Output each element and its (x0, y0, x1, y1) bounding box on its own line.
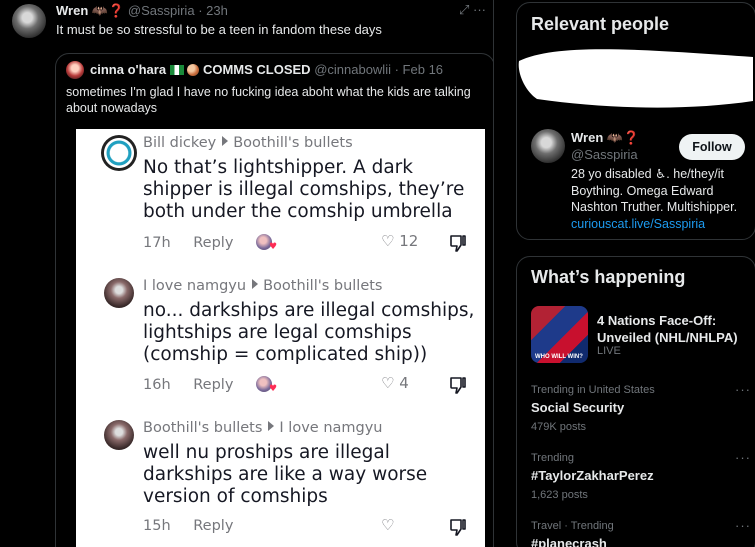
trend-item[interactable]: Trending in United States Social Securit… (531, 382, 751, 433)
reply-arrow-icon (222, 136, 229, 146)
post-header: Wren 🦇❓ @Sasspiria · 23h (56, 3, 228, 19)
person-name[interactable]: Wren (571, 130, 603, 145)
trend-post-count: 479K posts (531, 421, 587, 433)
comment-body: No that’s lightshipper. A dark shipper i… (143, 157, 465, 222)
quote-date: · Feb 16 (394, 62, 444, 77)
comment-meta: 15h Reply (143, 518, 233, 534)
post-text: It must be so stressful to be a teen in … (56, 22, 382, 37)
quoted-post[interactable]: cinna o'hara COMMS CLOSED @cinnabowlii ·… (55, 53, 493, 547)
like-count: 4 (399, 374, 409, 392)
trend-category: Trending in United States (531, 384, 655, 396)
redaction-scribble (518, 49, 753, 108)
comment-age: 17h (143, 235, 171, 251)
post-author-emoji: 🦇❓ (91, 3, 125, 18)
commenter-avatar (101, 135, 137, 171)
heart-outline-icon: ♡ (381, 374, 395, 392)
trend-item[interactable]: Trending #TaylorZakharPerez 1,623 posts … (531, 450, 751, 501)
comment-reply-label: Reply (193, 377, 234, 393)
quote-author-name: cinna o'hara (90, 62, 167, 77)
comment-meta: 17h Reply ♥ (143, 234, 277, 252)
comment-header: I love namgyu Boothill's bullets (143, 278, 383, 294)
reply-to-name: I love namgyu (279, 420, 383, 436)
bio-text: 28 yo disabled ♿. he/they/it Boything. O… (571, 167, 738, 214)
heart-outline-icon: ♡ (381, 516, 395, 534)
like-count-group: ♡ (381, 516, 394, 534)
relevant-people-title: Relevant people (531, 14, 670, 34)
palette-icon (187, 64, 200, 76)
like-count: 12 (399, 232, 419, 250)
commenter-name: I love namgyu (143, 278, 247, 294)
comment-body: well nu proships are illegal darkships a… (143, 442, 428, 507)
bio-link[interactable]: curiouscat.live/Sasspiria (571, 217, 705, 231)
commenter-avatar (104, 420, 134, 450)
timeline: Wren 🦇❓ @Sasspiria · 23h ⤢ ··· It must b… (0, 0, 494, 547)
dislike-icon (450, 519, 466, 536)
event-live-label: LIVE (597, 345, 621, 357)
comment-header: Bill dickey Boothill's bullets (143, 135, 353, 151)
trend-title[interactable]: Social Security (531, 400, 751, 415)
embedded-screenshot: Bill dickey Boothill's bullets No that’s … (76, 129, 485, 547)
relevant-people-panel: Relevant people Wren 🦇❓ @Sasspiria Follo… (516, 2, 755, 240)
post-time[interactable]: · 23h (198, 3, 228, 18)
quote-status: COMMS CLOSED (202, 62, 311, 77)
trend-item[interactable]: Travel · Trending #planecrash ··· (531, 518, 751, 547)
quote-author-avatar (66, 61, 84, 79)
person-avatar[interactable] (531, 129, 565, 163)
more-icon[interactable]: ··· (735, 450, 751, 465)
event-title[interactable]: 4 Nations Face-Off: Unveiled (NHL/NHLPA) (597, 312, 747, 346)
comment-body: no... darkships are illegal comships, li… (143, 300, 475, 365)
like-count-group: ♡ 4 (381, 374, 409, 392)
event-thumbnail-caption: WHO WILL WIN? (535, 354, 583, 360)
commenter-avatar (104, 278, 134, 308)
post-more-icon[interactable]: ⤢ ··· (459, 2, 486, 18)
whats-happening-panel: What’s happening WHO WILL WIN? 4 Nations… (516, 256, 755, 547)
reply-arrow-icon (268, 421, 275, 431)
person-handle[interactable]: @Sasspiria (571, 147, 638, 162)
more-icon[interactable]: ··· (735, 518, 751, 533)
post-author-avatar[interactable] (12, 4, 46, 38)
more-icon[interactable]: ··· (735, 382, 751, 397)
creator-liked-icon: ♥ (256, 376, 277, 394)
quote-author-handle: @cinnabowlii (314, 62, 391, 77)
comment-header: Boothill's bullets I love namgyu (143, 420, 383, 436)
heart-outline-icon: ♡ (381, 232, 395, 250)
quote-text: sometimes I'm glad I have no fucking ide… (66, 85, 471, 115)
reply-to-name: Boothill's bullets (263, 278, 383, 294)
post-author-handle[interactable]: @Sasspiria (128, 3, 195, 18)
commenter-name: Bill dickey (143, 135, 217, 151)
comment-reply-label: Reply (193, 518, 234, 534)
trend-title[interactable]: #TaylorZakharPerez (531, 468, 751, 483)
comment-age: 15h (143, 518, 171, 534)
reply-arrow-icon (252, 279, 259, 289)
person-name-row[interactable]: Wren 🦇❓ (571, 130, 639, 146)
trend-category: Trending (531, 452, 575, 464)
comment-age: 16h (143, 377, 171, 393)
creator-liked-icon: ♥ (256, 234, 277, 252)
person-bio: 28 yo disabled ♿. he/they/it Boything. O… (571, 166, 751, 232)
follow-button[interactable]: Follow (679, 134, 745, 160)
person-emoji: 🦇❓ (606, 130, 640, 145)
trend-category: Travel · Trending (531, 520, 614, 532)
like-count-group: ♡ 12 (381, 232, 418, 250)
event-thumbnail[interactable]: WHO WILL WIN? (531, 306, 588, 363)
comment-meta: 16h Reply ♥ (143, 376, 277, 394)
dislike-icon (450, 377, 466, 394)
flag-icon (169, 65, 184, 75)
post-author-name[interactable]: Wren (56, 3, 88, 18)
quote-header: cinna o'hara COMMS CLOSED @cinnabowlii ·… (90, 62, 443, 77)
comment-reply-label: Reply (193, 235, 234, 251)
commenter-name: Boothill's bullets (143, 420, 263, 436)
reply-to-name: Boothill's bullets (233, 135, 353, 151)
trend-post-count: 1,623 posts (531, 489, 588, 501)
whats-happening-title: What’s happening (531, 267, 686, 287)
trend-title[interactable]: #planecrash (531, 536, 751, 547)
dislike-icon (450, 235, 466, 252)
